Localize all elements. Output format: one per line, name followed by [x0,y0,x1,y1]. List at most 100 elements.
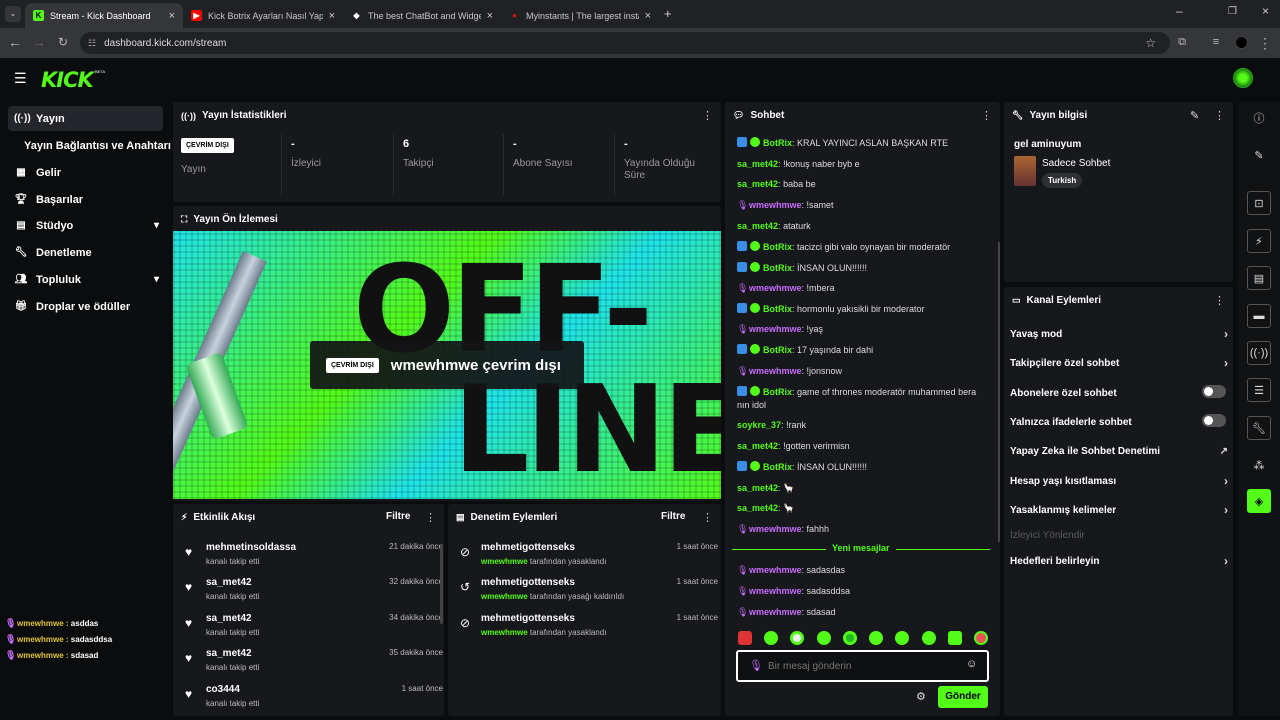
action-set-goals[interactable]: Hedefleri belirleyin › [1010,554,1228,568]
browser-tab[interactable]: ▶ Kick Botrix Ayarları Nasıl Yapılır × [183,3,343,28]
chat-username[interactable]: sa_met42 [737,441,778,451]
chat-scrollbar[interactable] [998,242,1000,542]
browser-tab[interactable]: ◆ The best ChatBot and Widgets × [343,3,501,28]
broadcast-icon[interactable]: ((·)) [1247,341,1271,365]
forward-icon[interactable]: → [30,34,48,50]
info-icon[interactable]: ⓘ [1247,106,1271,130]
chat-username[interactable]: BotRix [763,304,792,314]
action-account-age[interactable]: Hesap yaşı kısıtlaması › [1010,474,1228,488]
bookmark-star-icon[interactable]: ☆ [1145,36,1156,50]
moderation-filter-button[interactable]: Filtre [661,511,685,522]
sidebar-item-basarilar[interactable]: 🏆︎ Başarılar [8,187,163,212]
emote-icon[interactable] [816,631,831,645]
close-tab-icon[interactable]: × [329,10,335,22]
sidebar-item-gelir[interactable]: ▦ Gelir [8,160,163,185]
chat-bubble-icon[interactable]: ▬ [1247,304,1271,328]
chat-username[interactable]: BotRix [763,263,792,273]
mic-icon[interactable]: 🎙︎ [749,659,763,672]
kebab-menu-icon[interactable]: ⋮ [1214,109,1225,122]
kebab-menu-icon[interactable]: ⋮ [1214,294,1225,307]
emote-icon[interactable] [738,631,752,645]
document-icon[interactable]: ▤ [1247,266,1271,290]
chat-settings-icon[interactable]: ⚙ [916,690,926,703]
chat-username[interactable]: BotRix [763,242,792,252]
kick-logo[interactable]: KICK [41,68,94,92]
chat-username[interactable]: soykre_37 [737,420,781,430]
back-icon[interactable]: ← [6,34,24,50]
send-button[interactable]: Gönder [938,686,988,708]
chat-username[interactable]: sa_met42 [737,159,778,169]
sidebar-item-denetleme[interactable]: 🔧︎ Denetleme [8,240,163,265]
chat-username[interactable]: sa_met42 [737,483,778,493]
layout-icon[interactable]: ☰ [1247,378,1271,402]
minimize-icon[interactable]: – [1176,4,1183,18]
action-banned-words[interactable]: Yasaklanmış kelimeler › [1010,503,1228,517]
url-field[interactable]: ☷ dashboard.kick.com/stream ☆ [80,32,1170,54]
emoji-icon[interactable]: ☺ [966,658,977,670]
emote-icon[interactable] [764,631,779,645]
tag-chip[interactable]: Turkish [1042,173,1083,188]
capture-icon[interactable]: ⊡ [1247,191,1271,215]
chat-username[interactable]: BotRix [763,138,792,148]
chat-input[interactable] [768,658,958,674]
close-window-icon[interactable]: × [1262,4,1269,18]
browser-tab[interactable]: ● Myinstants | The largest instant × [501,3,659,28]
sidebar-item-stream-key[interactable]: Yayın Bağlantısı ve Anahtarı [18,133,173,158]
chat-username[interactable]: sa_met42 [737,179,778,189]
chat-username[interactable]: BotRix [763,387,792,397]
sidebar-item-yayin[interactable]: ((·)) Yayın [8,106,163,131]
toggle-switch[interactable] [1202,385,1226,398]
chat-username[interactable]: wmewhmwe [749,366,802,376]
action-followers-only[interactable]: Takipçilere özel sohbet › [1010,356,1228,370]
sidebar-item-studyo[interactable]: ▤ Stüdyo ▾ [8,213,163,238]
action-emotes-only[interactable]: Yalnızca ifadelerle sohbet [1010,414,1228,428]
emote-icon[interactable] [790,631,805,645]
emote-icon[interactable] [869,631,884,645]
kebab-menu-icon[interactable]: ⋮ [425,511,436,524]
extensions-icon[interactable]: ⧉ [1173,36,1191,49]
site-info-icon[interactable]: ☷ [88,38,96,49]
tab-search-button[interactable]: ⌄ [5,6,21,22]
kebab-menu-icon[interactable]: ⋮ [702,511,713,524]
edit-icon[interactable]: ✎ [1190,109,1199,122]
kebab-menu-icon[interactable]: ⋮ [702,109,713,122]
close-tab-icon[interactable]: × [487,10,493,22]
chat-username[interactable]: wmewhmwe [749,200,802,210]
scrollbar[interactable] [440,544,443,624]
pencil-icon[interactable]: ✎ [1247,143,1271,167]
sidebar-item-droplar[interactable]: 🎁︎ Droplar ve ödüller [8,294,163,319]
emote-icon[interactable] [895,631,910,645]
toggle-switch[interactable] [1202,414,1226,427]
chat-username[interactable]: sa_met42 [737,221,778,231]
chat-username[interactable]: wmewhmwe [749,324,802,334]
maximize-icon[interactable]: ❐ [1228,6,1237,17]
nodes-icon[interactable]: ⁂ [1247,453,1271,477]
wrench-icon[interactable]: 🔧︎ [1247,416,1271,440]
stream-preview[interactable]: OFF- LINE ÇEVRİM DIŞI wmewhmwe çevrim dı… [173,231,721,499]
hamburger-menu-icon[interactable]: ☰ [14,70,27,87]
action-ai-moderation[interactable]: Yapay Zeka ile Sohbet Denetimi ↗ [1010,446,1228,457]
media-icon[interactable]: ≡ [1207,36,1225,48]
sidebar-item-topluluk[interactable]: 👥︎ Topluluk ▾ [8,267,163,292]
chat-username[interactable]: wmewhmwe [749,565,802,575]
profile-avatar[interactable] [1235,36,1248,49]
emote-icon[interactable] [921,631,936,645]
browser-menu-icon[interactable]: ⋮ [1256,35,1274,52]
chat-username[interactable]: BotRix [763,462,792,472]
chat-username[interactable]: wmewhmwe [749,607,802,617]
reload-icon[interactable]: ↻ [54,35,72,49]
close-tab-icon[interactable]: × [169,10,175,22]
chat-username[interactable]: wmewhmwe [749,283,802,293]
new-tab-icon[interactable]: + [664,6,672,21]
chat-username[interactable]: wmewhmwe [749,586,802,596]
close-tab-icon[interactable]: × [645,10,651,22]
lightning-icon[interactable]: ⚡︎ [1247,229,1271,253]
activity-filter-button[interactable]: Filtre [386,511,410,522]
action-slow-mode[interactable]: Yavaş mod › [1010,327,1228,341]
chat-username[interactable]: sa_met42 [737,503,778,513]
chat-input-box[interactable]: 🎙︎ ☺ [736,650,989,682]
emote-icon[interactable] [973,631,988,645]
action-subscribers-only[interactable]: Abonelere özel sohbet [1010,385,1228,399]
browser-tab[interactable]: K Stream - Kick Dashboard × [25,3,183,28]
chat-username[interactable]: wmewhmwe [749,524,802,534]
